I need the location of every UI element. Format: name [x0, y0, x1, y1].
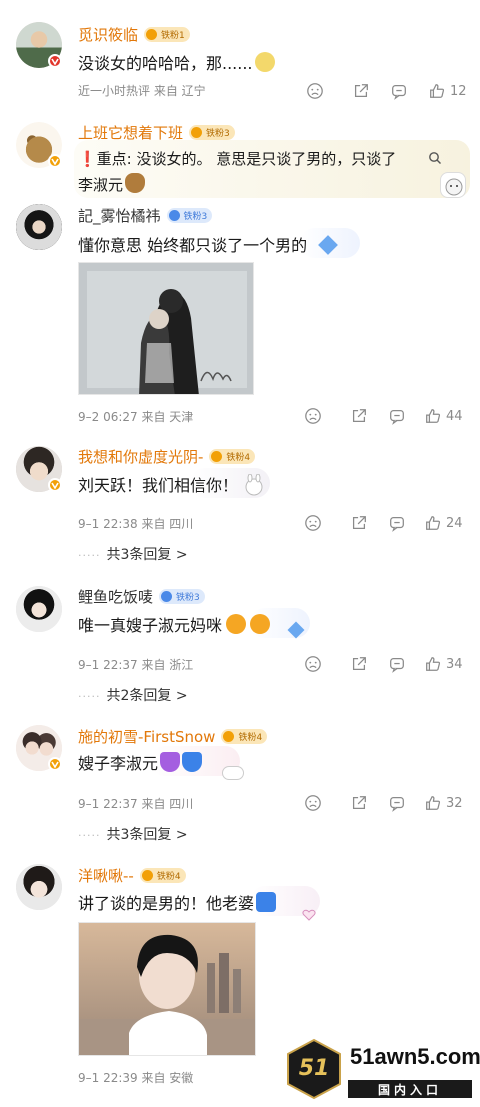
attached-photo[interactable] [78, 262, 254, 395]
comment-meta: 9–1 22:39 来自 安徽 [78, 1071, 194, 1085]
diamond-icon [318, 235, 338, 255]
sad-face-icon[interactable] [304, 406, 322, 426]
sad-face-icon[interactable] [304, 654, 322, 674]
watermark: 51 51awn5.com 国内入口 [284, 1038, 480, 1100]
comment-text: 懂你意思 始终都只谈了一个男的 [78, 232, 338, 256]
like-button[interactable]: 24 [424, 513, 463, 533]
verified-badge-icon [48, 154, 62, 168]
heart-sticker-icon [302, 906, 316, 921]
thumbs-up-icon [424, 514, 442, 532]
comment-text: 刘天跃！我们相信你！ [78, 476, 239, 495]
comment-meta: 9–1 22:37 来自 浙江 [78, 658, 194, 672]
thumbs-up-icon [428, 82, 446, 100]
view-replies-link[interactable]: ····· 共3条回复 > [78, 544, 188, 564]
share-icon[interactable] [350, 654, 368, 674]
blue-heart-icon [182, 752, 203, 772]
share-icon[interactable] [350, 513, 368, 533]
comment-text: 讲了谈的是男的！他老婆 [78, 890, 277, 914]
comment-actions: 24 [300, 513, 470, 533]
share-icon[interactable] [352, 81, 370, 101]
comment-meta: 近一小时热评 来自 辽宁 [78, 84, 206, 98]
username[interactable]: 我想和你虚度光阴- 铁粉4 [78, 446, 256, 467]
like-button[interactable]: 34 [424, 654, 463, 674]
comment-icon[interactable] [388, 406, 406, 426]
comment-icon[interactable] [388, 654, 406, 674]
emoji-icon [226, 614, 247, 634]
comment-icon[interactable] [390, 81, 408, 101]
fan-badge: 铁粉3 [166, 208, 213, 223]
sticker-icon [222, 766, 244, 780]
comment-text: 没谈女的哈哈哈，那...... [78, 50, 275, 74]
thumbs-up-icon [424, 655, 442, 673]
attached-photo[interactable] [78, 922, 256, 1056]
username[interactable]: 施的初雪-FirstSnow 铁粉4 [78, 726, 268, 747]
share-icon[interactable] [350, 406, 368, 426]
search-icon[interactable] [428, 150, 442, 164]
watermark-logo-text: 51 [298, 1056, 330, 1081]
emoji-icon [254, 52, 275, 72]
fan-badge: 铁粉4 [221, 729, 268, 744]
verified-badge-icon [48, 54, 62, 68]
comment-text: 嫂子李淑元 [78, 750, 203, 774]
avatar[interactable] [16, 864, 62, 910]
view-replies-link[interactable]: ····· 共2条回复 > [78, 685, 188, 705]
comment-actions: 32 [300, 793, 470, 813]
comment-text: 李淑元 [78, 173, 146, 195]
sad-face-icon[interactable] [306, 81, 324, 101]
emoji-icon [125, 173, 146, 193]
down-arrow-icon [256, 892, 277, 912]
fan-badge: 铁粉1 [144, 27, 190, 42]
dots-icon: ····· [78, 829, 101, 842]
comment-meta: 9–1 22:37 来自 四川 [78, 797, 194, 811]
avatar[interactable] [16, 586, 62, 632]
like-button[interactable]: 12 [428, 81, 467, 101]
comment-icon[interactable] [388, 513, 406, 533]
avatar[interactable] [16, 204, 62, 250]
comment-meta: 9–2 06:27 来自 天津 [78, 410, 194, 424]
comment-icon[interactable] [388, 793, 406, 813]
username[interactable]: 洋啾啾-- 铁粉4 [78, 865, 186, 886]
emoji-icon [250, 614, 271, 634]
comment-text: ❗重点: 没谈女的。 意思是只谈了男的，只谈了 [78, 150, 397, 168]
username[interactable]: 記_雾怡橘祎 铁粉3 [78, 205, 213, 226]
sticker-icon [244, 473, 264, 496]
view-replies-link[interactable]: ····· 共3条回复 > [78, 824, 188, 844]
fan-badge: 铁粉4 [209, 449, 256, 464]
share-icon[interactable] [350, 793, 368, 813]
fan-badge: 铁粉3 [159, 589, 205, 604]
username[interactable]: 觅识筱临 铁粉1 [78, 24, 190, 45]
sticker-icon [440, 172, 466, 198]
fan-badge: 铁粉4 [139, 868, 186, 883]
username[interactable]: 鲤鱼吃饭唛 铁粉3 [78, 586, 205, 607]
fan-badge: 铁粉3 [189, 125, 235, 140]
watermark-site: 51awn5.com [350, 1044, 480, 1069]
dots-icon: ····· [78, 690, 101, 703]
sad-face-icon[interactable] [304, 513, 322, 533]
like-button[interactable]: 44 [424, 406, 463, 426]
comment-text: 唯一真嫂子淑元妈咪 [78, 612, 271, 636]
purple-heart-icon [160, 752, 181, 772]
dots-icon: ····· [78, 549, 101, 562]
comment-actions: 44 [300, 406, 470, 426]
comment-actions: 12 [300, 81, 470, 101]
verified-badge-icon [48, 478, 62, 492]
verified-badge-icon [48, 757, 62, 771]
comment-meta: 9–1 22:38 来自 四川 [78, 517, 194, 531]
comment-actions: 34 [300, 654, 470, 674]
sad-face-icon[interactable] [304, 793, 322, 813]
thumbs-up-icon [424, 794, 442, 812]
thumbs-up-icon [424, 407, 442, 425]
watermark-subtitle: 国内入口 [377, 1083, 442, 1097]
like-button[interactable]: 32 [424, 793, 463, 813]
